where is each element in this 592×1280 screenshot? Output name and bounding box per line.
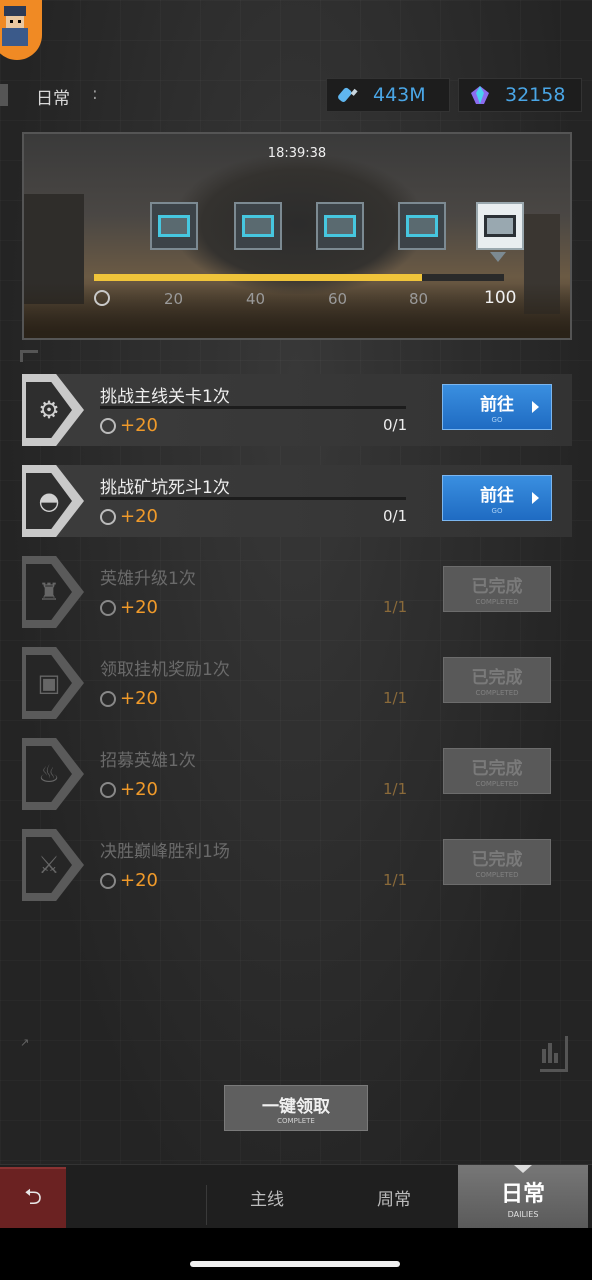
bottle-icon	[338, 87, 358, 102]
completed-sublabel: COMPLETED	[475, 780, 519, 788]
medal-icon	[100, 418, 116, 434]
task-reward: +20	[120, 506, 158, 527]
tab-main[interactable]: 主线	[250, 1185, 284, 1210]
reset-timer: 18:39:38	[267, 146, 327, 161]
corner-arrow-icon: ↗	[20, 1036, 30, 1049]
claim-all-button[interactable]: 一键领取 COMPLETE	[224, 1085, 368, 1131]
completed-label: 已完成	[471, 850, 523, 870]
active-tab-notch	[514, 1165, 532, 1173]
task-name: 领取挂机奖励1次	[100, 660, 230, 680]
tab-weekly[interactable]: 周常	[377, 1185, 411, 1210]
go-button-label: 前往	[480, 395, 514, 415]
bottom-nav: ⮌ 主线 周常 日常 DAILIES	[0, 1164, 592, 1229]
task-item: ⚙ 挑战主线关卡1次 +20 0/1 前往 GO	[22, 374, 572, 446]
reward-chest-20[interactable]	[150, 202, 198, 250]
system-bar	[0, 1228, 592, 1280]
task-reward: +20	[120, 870, 158, 891]
completed-button: 已完成 COMPLETED	[443, 566, 551, 612]
gem-icon	[471, 86, 489, 104]
currency-gold-value: 443M	[373, 84, 426, 106]
arrow-right-icon	[532, 492, 539, 504]
task-count: 1/1	[383, 871, 408, 889]
task-reward: +20	[120, 415, 158, 436]
task-reward: +20	[120, 597, 158, 618]
go-button-label: 前往	[480, 486, 514, 506]
player-avatar[interactable]	[0, 0, 42, 60]
arrow-right-icon	[532, 401, 539, 413]
reward-chest-40[interactable]	[234, 202, 282, 250]
tab-daily[interactable]: 日常 DAILIES	[458, 1165, 588, 1229]
header-mark	[0, 84, 8, 106]
currency-gem-value: 32158	[505, 84, 566, 106]
reward-chest-80[interactable]	[398, 202, 446, 250]
tab-daily-label: 日常	[500, 1180, 545, 1207]
medal-icon	[100, 509, 116, 525]
claim-all-sublabel: COMPLETE	[277, 1116, 315, 1125]
activity-progress-bar	[94, 274, 504, 281]
completed-label: 已完成	[471, 577, 523, 597]
milestone-label: 80	[409, 290, 429, 308]
go-button-sublabel: GO	[491, 416, 503, 424]
task-count: 1/1	[383, 598, 408, 616]
milestone-label-max: 100	[484, 288, 517, 308]
banner-mech-silhouette	[174, 154, 424, 294]
go-button-sublabel: GO	[491, 507, 503, 515]
milestone-label: 40	[246, 290, 266, 308]
completed-button: 已完成 COMPLETED	[443, 839, 551, 885]
task-item: ♨ 招募英雄1次 +20 1/1 已完成 COMPLETED	[22, 738, 572, 810]
go-button[interactable]: 前往 GO	[442, 475, 552, 521]
corner-bars-decoration	[540, 1036, 568, 1072]
task-item: ♜ 英雄升级1次 +20 1/1 已完成 COMPLETED	[22, 556, 572, 628]
nav-divider	[206, 1185, 207, 1225]
claim-all-label: 一键领取	[262, 1096, 330, 1117]
milestone-label: 60	[328, 290, 348, 308]
task-count: 1/1	[383, 689, 408, 707]
task-item: ⚔ 决胜巅峰胜利1场 +20 1/1 已完成 COMPLETED	[22, 829, 572, 901]
task-name: 决胜巅峰胜利1场	[100, 842, 230, 862]
tab-daily-sublabel: DAILIES	[507, 1209, 539, 1219]
medal-icon	[94, 290, 110, 306]
task-name: 挑战主线关卡1次	[100, 387, 230, 407]
task-reward: +20	[120, 779, 158, 800]
task-name: 挑战矿坑死斗1次	[100, 478, 230, 498]
task-name: 招募英雄1次	[100, 751, 196, 771]
medal-icon	[100, 691, 116, 707]
task-item: ▣ 领取挂机奖励1次 +20 1/1 已完成 COMPLETED	[22, 647, 572, 719]
task-reward: +20	[120, 688, 158, 709]
list-bracket	[20, 350, 38, 362]
currency-gem[interactable]: 32158	[458, 78, 582, 112]
completed-button: 已完成 COMPLETED	[443, 748, 551, 794]
home-indicator[interactable]	[190, 1261, 400, 1267]
completed-sublabel: COMPLETED	[475, 689, 519, 697]
task-progress-line	[100, 497, 406, 500]
completed-button: 已完成 COMPLETED	[443, 657, 551, 703]
task-name: 英雄升级1次	[100, 569, 196, 589]
completed-label: 已完成	[471, 759, 523, 779]
completed-label: 已完成	[471, 668, 523, 688]
activity-banner: 18:39:38 20 40 60 80 100	[22, 132, 572, 340]
completed-sublabel: COMPLETED	[475, 871, 519, 879]
reward-chest-60[interactable]	[316, 202, 364, 250]
completed-sublabel: COMPLETED	[475, 598, 519, 606]
task-count: 0/1	[383, 507, 408, 525]
currency-gold[interactable]: 443M	[326, 78, 450, 112]
chest-pointer	[490, 252, 506, 262]
page-title: 日常	[36, 89, 70, 109]
task-count: 1/1	[383, 780, 408, 798]
medal-icon	[100, 782, 116, 798]
go-button[interactable]: 前往 GO	[442, 384, 552, 430]
medal-icon	[100, 873, 116, 889]
title-colon: :	[92, 84, 98, 104]
task-progress-line	[100, 406, 406, 409]
activity-progress-fill	[94, 274, 422, 281]
task-item: ◓ 挑战矿坑死斗1次 +20 0/1 前往 GO	[22, 465, 572, 537]
back-button[interactable]: ⮌	[0, 1167, 66, 1229]
reward-chest-100[interactable]	[476, 202, 524, 250]
medal-icon	[100, 600, 116, 616]
milestone-label: 20	[164, 290, 184, 308]
return-icon: ⮌	[24, 1185, 42, 1210]
task-count: 0/1	[383, 416, 408, 434]
